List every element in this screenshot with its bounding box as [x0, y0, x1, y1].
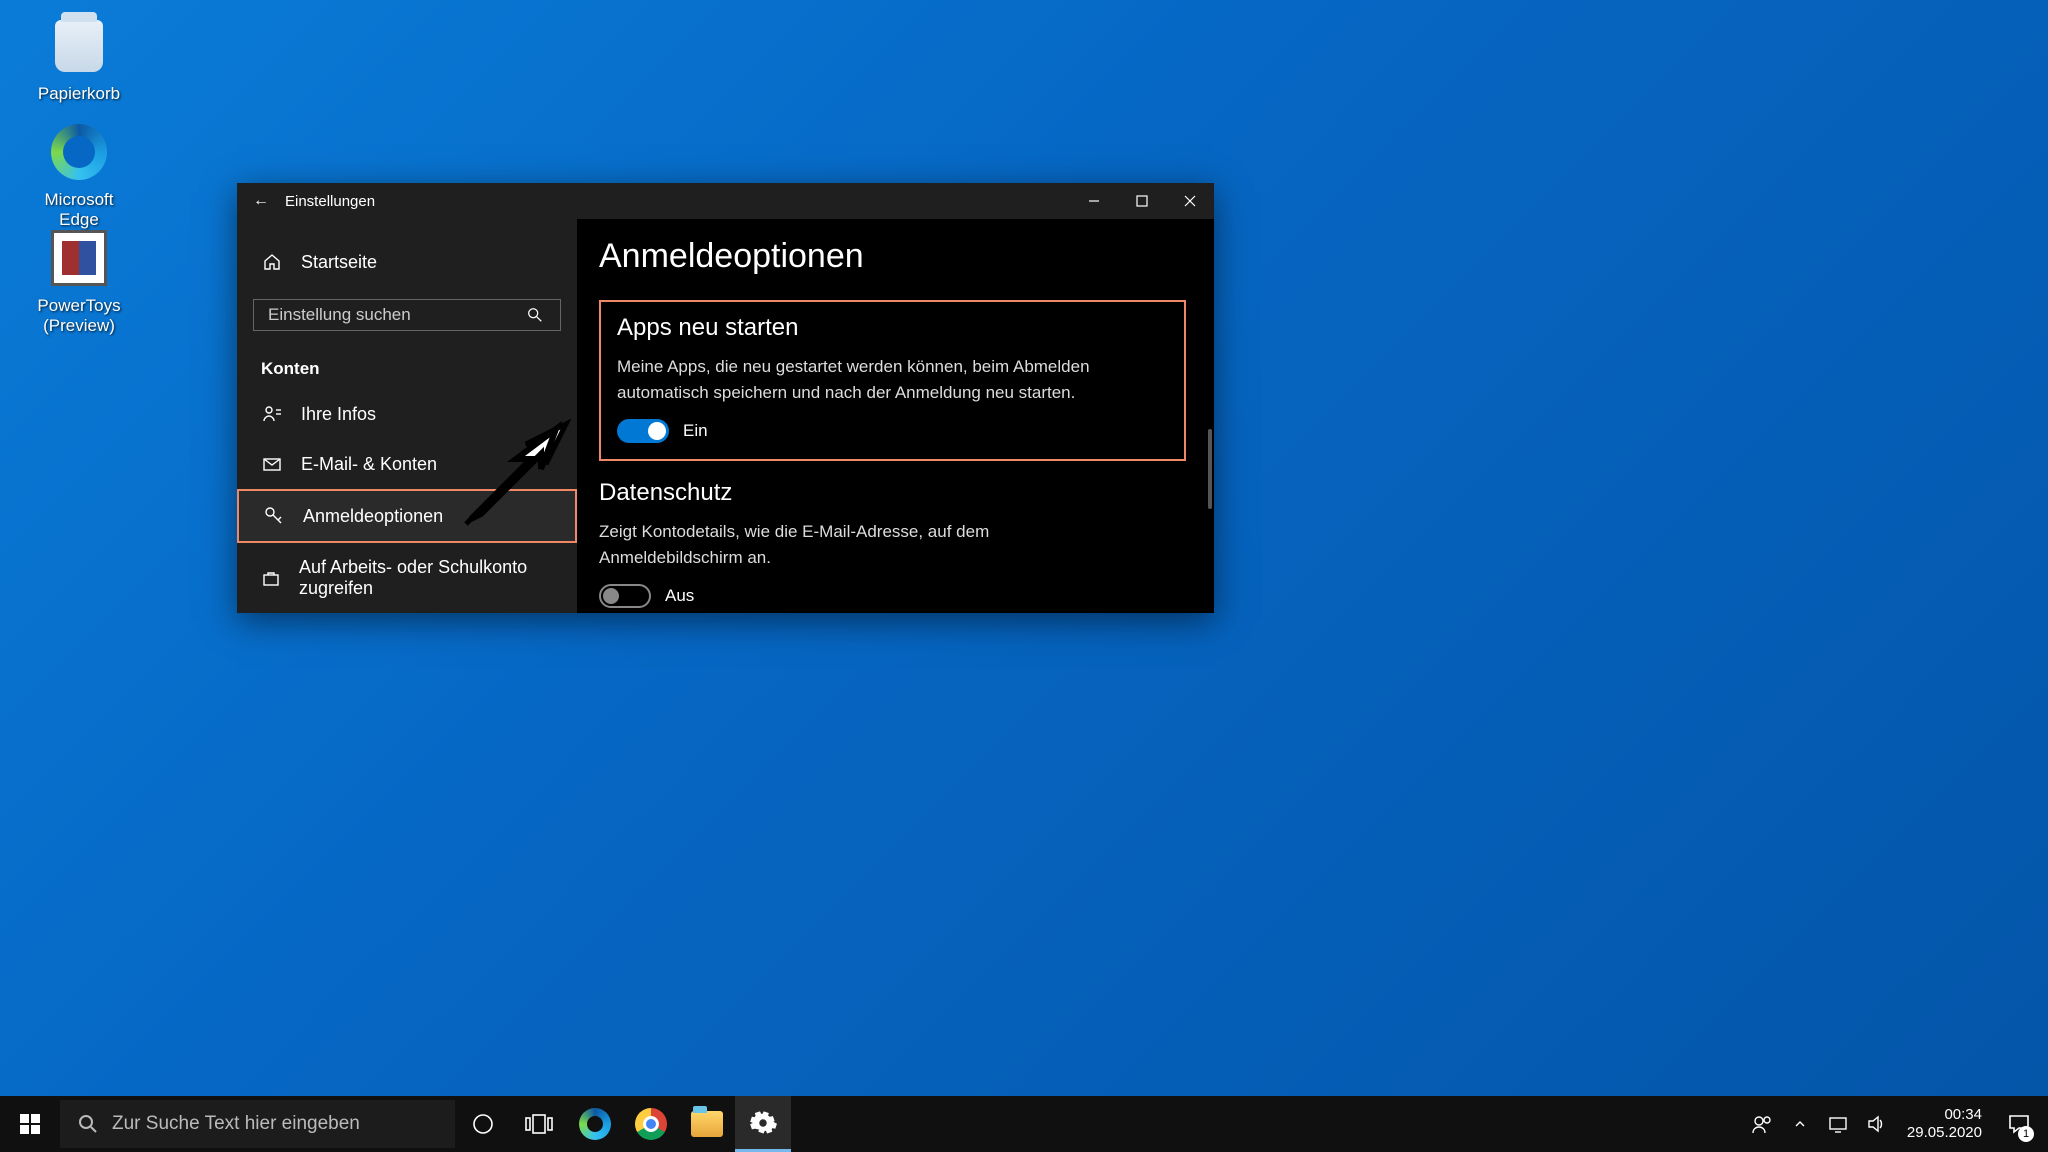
section-title: Datenschutz [599, 479, 1186, 507]
desktop-icon-label: Microsoft Edge [24, 190, 134, 230]
minimize-button[interactable] [1070, 183, 1118, 219]
titlebar: ← Einstellungen [237, 183, 1214, 219]
section-desc: Meine Apps, die neu gestartet werden kön… [617, 354, 1097, 405]
settings-window: ← Einstellungen Startseite Einstellung s… [237, 183, 1214, 613]
search-icon [524, 304, 546, 326]
sidebar-item-label: Ihre Infos [301, 404, 376, 425]
edge-icon [47, 120, 111, 184]
gear-icon [749, 1109, 777, 1137]
back-button[interactable]: ← [237, 192, 285, 210]
taskbar-app-explorer[interactable] [679, 1096, 735, 1152]
powertoys-icon [47, 226, 111, 290]
desktop-icon-powertoys[interactable]: PowerToys (Preview) [14, 226, 144, 336]
taskbar-app-edge[interactable] [567, 1096, 623, 1152]
sidebar-item-label: E-Mail- & Konten [301, 454, 437, 475]
sidebar-home[interactable]: Startseite [237, 237, 577, 287]
taskbar: Zur Suche Text hier eingeben 00:34 29.05… [0, 1096, 2048, 1152]
taskbar-app-settings[interactable] [735, 1096, 791, 1152]
highlight-apps-restart: Apps neu starten Meine Apps, die neu ges… [599, 300, 1186, 461]
search-placeholder: Einstellung suchen [268, 305, 411, 325]
cortana-button[interactable] [455, 1096, 511, 1152]
chrome-icon [635, 1108, 667, 1140]
sidebar: Startseite Einstellung suchen Konten Ihr… [237, 219, 577, 613]
sidebar-item-email[interactable]: E-Mail- & Konten [237, 439, 577, 489]
start-button[interactable] [0, 1096, 60, 1152]
clock[interactable]: 00:34 29.05.2020 [1897, 1106, 1992, 1142]
sidebar-item-your-info[interactable]: Ihre Infos [237, 389, 577, 439]
home-icon [261, 251, 283, 273]
scrollbar[interactable] [1208, 429, 1212, 509]
sidebar-section-label: Konten [237, 343, 577, 389]
tray-people[interactable] [1745, 1096, 1779, 1152]
sidebar-item-label: Auf Arbeits- oder Schulkonto zugreifen [299, 557, 553, 599]
desktop-icon-edge[interactable]: Microsoft Edge [24, 120, 134, 230]
key-icon [263, 505, 285, 527]
tray-overflow[interactable] [1783, 1096, 1817, 1152]
sidebar-search[interactable]: Einstellung suchen [253, 299, 561, 331]
mail-icon [261, 453, 283, 475]
search-placeholder: Zur Suche Text hier eingeben [112, 1113, 360, 1135]
folder-icon [691, 1111, 723, 1137]
content-area: Anmeldeoptionen Apps neu starten Meine A… [577, 219, 1214, 613]
sidebar-home-label: Startseite [301, 252, 377, 273]
tray-network[interactable] [1821, 1096, 1855, 1152]
sidebar-item-work-school[interactable]: Auf Arbeits- oder Schulkonto zugreifen [237, 543, 577, 613]
section-desc: Zeigt Kontodetails, wie die E-Mail-Adres… [599, 519, 1079, 570]
tray-volume[interactable] [1859, 1096, 1893, 1152]
edge-icon [579, 1108, 611, 1140]
windows-icon [18, 1112, 42, 1136]
recycle-bin-icon [47, 14, 111, 78]
action-center-button[interactable]: 1 [1996, 1096, 2042, 1152]
close-button[interactable] [1166, 183, 1214, 219]
clock-date: 29.05.2020 [1907, 1124, 1982, 1142]
toggle-apps-restart[interactable] [617, 419, 669, 443]
person-icon [261, 403, 283, 425]
sidebar-item-signin-options[interactable]: Anmeldeoptionen [237, 489, 577, 543]
window-title: Einstellungen [285, 193, 375, 210]
sidebar-item-label: Anmeldeoptionen [303, 506, 443, 527]
toggle-state-label: Ein [683, 421, 708, 441]
toggle-state-label: Aus [665, 586, 694, 606]
toggle-privacy[interactable] [599, 584, 651, 608]
briefcase-icon [261, 567, 281, 589]
taskbar-app-chrome[interactable] [623, 1096, 679, 1152]
section-title: Apps neu starten [617, 314, 1168, 342]
task-view-button[interactable] [511, 1096, 567, 1152]
notification-badge: 1 [2018, 1126, 2034, 1142]
taskbar-search[interactable]: Zur Suche Text hier eingeben [60, 1100, 455, 1148]
desktop-icon-label: PowerToys (Preview) [14, 296, 144, 336]
page-title: Anmeldeoptionen [599, 237, 1186, 276]
search-icon [78, 1114, 98, 1134]
desktop-icon-recycle-bin[interactable]: Papierkorb [24, 14, 134, 104]
maximize-button[interactable] [1118, 183, 1166, 219]
clock-time: 00:34 [1907, 1106, 1982, 1124]
system-tray: 00:34 29.05.2020 1 [1745, 1096, 2048, 1152]
desktop-icon-label: Papierkorb [24, 84, 134, 104]
